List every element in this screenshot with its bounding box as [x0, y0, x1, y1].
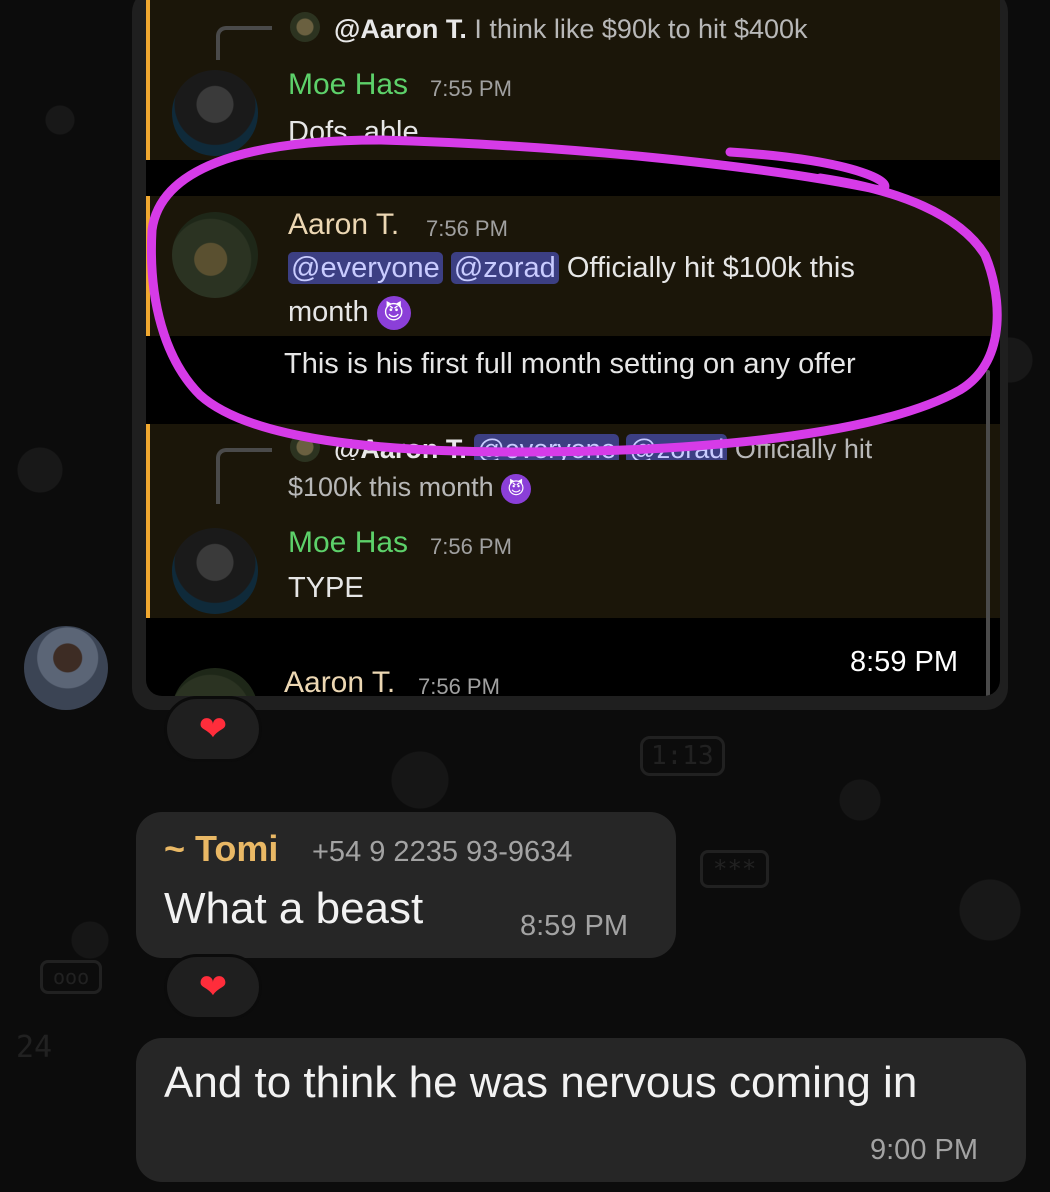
reply-author: @Aaron T.	[334, 14, 467, 44]
message-time: 7:55 PM	[430, 76, 512, 101]
message-text-line: Officially hit $100k this	[566, 252, 855, 284]
scrollbar[interactable]	[986, 370, 990, 696]
message-text: TYPE	[288, 572, 364, 604]
mention-user[interactable]: @zorad	[450, 252, 559, 284]
wallpaper-calendar-doodle: 24	[16, 1030, 53, 1065]
message-text: And to think he was nervous coming in	[164, 1058, 918, 1107]
mention-everyone: @everyone	[474, 434, 619, 460]
message-text: This is his first full month setting on …	[284, 348, 856, 380]
discord-message-block: @Aaron T. I think like $90k to hit $400k…	[146, 0, 1000, 160]
mention-user: @zorad	[626, 434, 728, 460]
message-bubble-tomi[interactable]: ~ Tomi +54 9 2235 93-9634 What a beast 8…	[136, 812, 676, 958]
avatar	[172, 668, 258, 696]
reply-connector	[216, 26, 272, 60]
message-text: month 😈	[288, 296, 411, 331]
author-name: Moe Has	[288, 68, 409, 101]
message-text: What a beast	[164, 884, 424, 933]
message-time: 7:56 PM	[426, 216, 508, 241]
avatar	[172, 70, 258, 156]
heart-icon: ❤	[198, 710, 228, 748]
discord-message-block-highlighted: Aaron T. 7:56 PM @everyone @zorad Offici…	[146, 196, 1000, 336]
wallpaper-password-doodle: ***	[700, 850, 770, 888]
reply-text: Officially hit	[734, 434, 873, 460]
devil-emoji-icon: 😈	[376, 296, 411, 331]
avatar	[172, 528, 258, 614]
message-timestamp: 8:59 PM	[850, 646, 958, 678]
reply-connector	[216, 448, 272, 504]
reply-preview: @Aaron T. @everyone @zorad Officially hi…	[334, 434, 872, 460]
author-name: Aaron T.	[284, 666, 396, 696]
message-text: Dofs..able	[288, 116, 419, 146]
heart-reaction[interactable]: ❤	[164, 696, 262, 762]
message-time: 7:56 PM	[430, 534, 512, 559]
message-timestamp: 9:00 PM	[870, 1134, 978, 1166]
discord-screenshot-image[interactable]: @Aaron T. I think like $90k to hit $400k…	[146, 0, 1000, 696]
mention-everyone[interactable]: @everyone	[288, 252, 443, 284]
reply-preview-cont: $100k this month 😈	[288, 472, 532, 504]
message-text-line: month	[288, 296, 369, 328]
message-timestamp: 8:59 PM	[520, 910, 628, 942]
avatar	[172, 212, 258, 298]
reply-text: $100k this month	[288, 472, 494, 502]
message-bubble[interactable]: And to think he was nervous coming in 9:…	[136, 1038, 1026, 1182]
message-time: 7:56 PM	[418, 674, 500, 696]
discord-message-block: @Aaron T. @everyone @zorad Officially hi…	[146, 424, 1000, 618]
heart-icon: ❤	[198, 968, 228, 1006]
message-text: @everyone @zorad Officially hit $100k th…	[288, 252, 855, 285]
reply-author: @Aaron T.	[334, 434, 467, 460]
sender-name[interactable]: ~ Tomi	[164, 828, 278, 870]
author-name: Moe Has	[288, 526, 409, 559]
wallpaper-dots-doodle: ooo	[40, 960, 103, 994]
author-name: Aaron T.	[288, 208, 400, 241]
reply-preview: @Aaron T. I think like $90k to hit $400k	[334, 14, 808, 45]
sender-phone[interactable]: +54 9 2235 93-9634	[312, 836, 572, 869]
heart-reaction[interactable]: ❤	[164, 954, 262, 1020]
sender-avatar[interactable]	[24, 626, 108, 710]
reply-text: I think like $90k to hit $400k	[474, 14, 808, 44]
reply-avatar	[290, 432, 320, 462]
devil-emoji-icon: 😈	[501, 473, 532, 504]
reply-avatar	[290, 12, 320, 42]
wallpaper-clock-doodle: 1:13	[640, 736, 725, 776]
